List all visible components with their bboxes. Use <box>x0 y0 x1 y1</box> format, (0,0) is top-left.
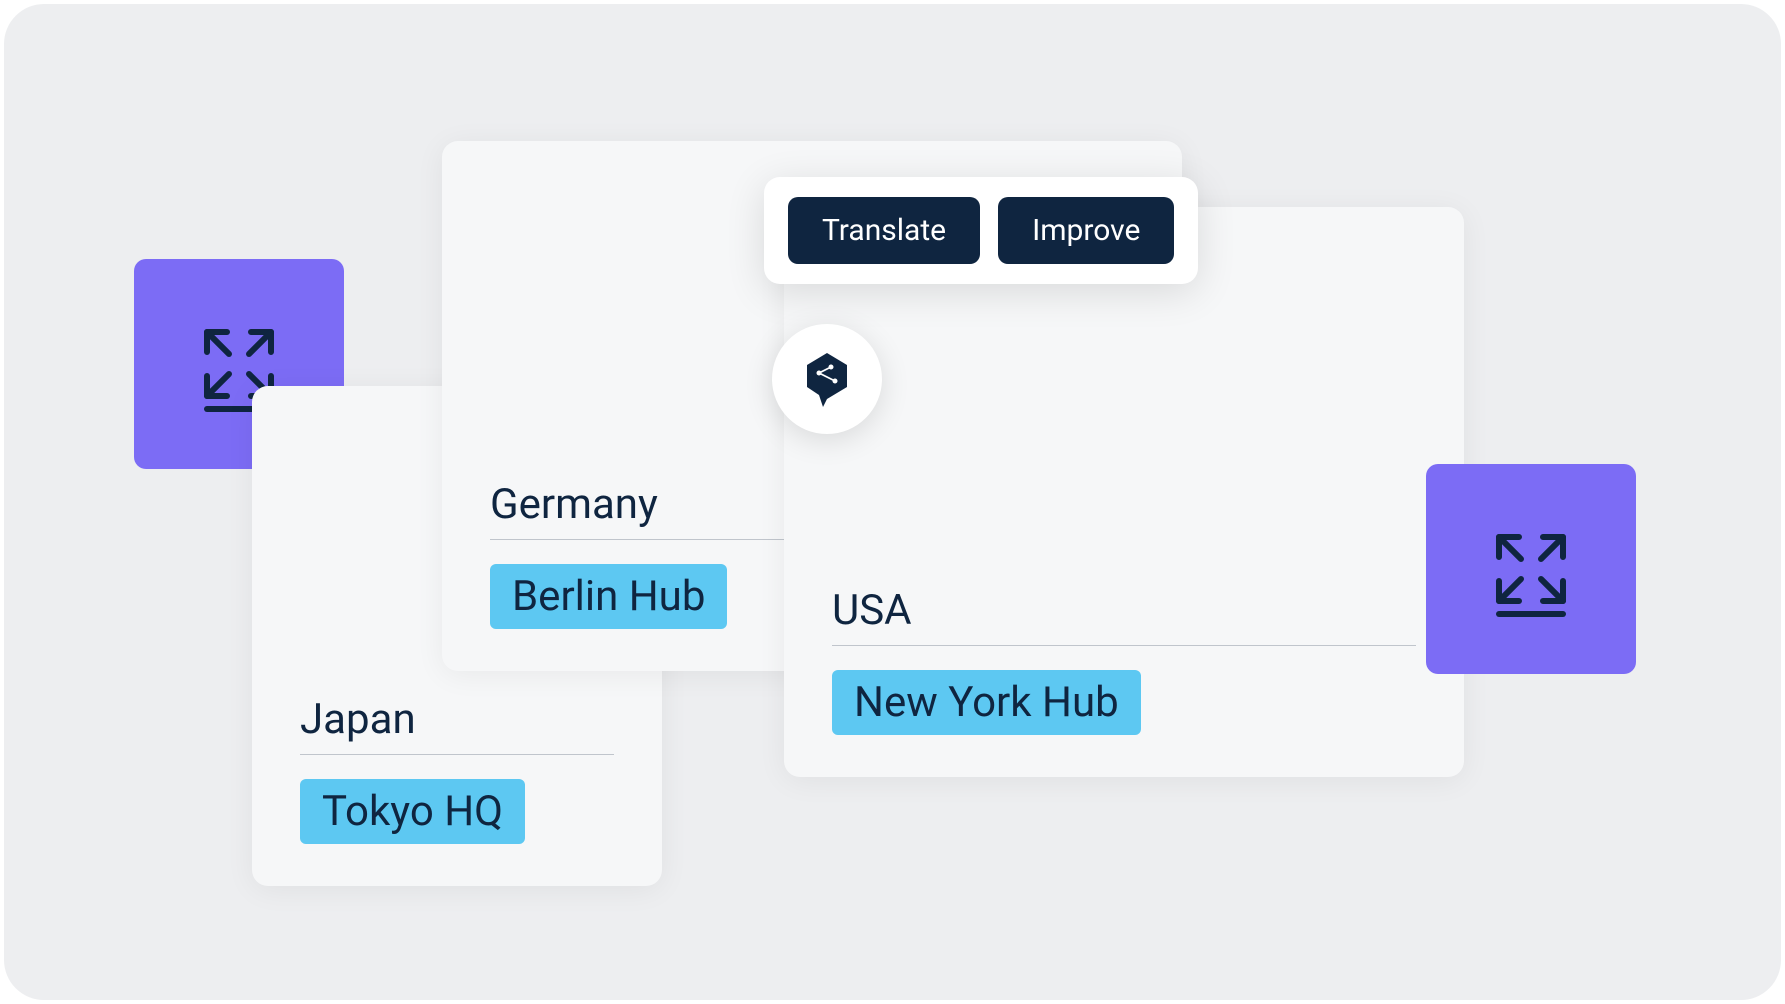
improve-button[interactable]: Improve <box>998 197 1174 264</box>
translate-button[interactable]: Translate <box>788 197 980 264</box>
hub-badge-usa[interactable]: New York Hub <box>832 670 1141 735</box>
hub-badge-japan[interactable]: Tokyo HQ <box>300 779 525 844</box>
expand-box-right <box>1426 464 1636 674</box>
country-label-usa: USA <box>832 586 1416 646</box>
country-label-japan: Japan <box>300 695 614 755</box>
action-toolbar: Translate Improve <box>764 177 1198 284</box>
canvas-background: Japan Tokyo HQ Germany Berlin Hub USA Ne… <box>4 4 1781 1000</box>
expand-icon <box>1481 519 1581 619</box>
ai-chat-icon <box>797 349 857 409</box>
card-usa: USA New York Hub <box>784 207 1464 777</box>
hub-badge-germany[interactable]: Berlin Hub <box>490 564 727 629</box>
ai-assistant-bubble[interactable] <box>772 324 882 434</box>
